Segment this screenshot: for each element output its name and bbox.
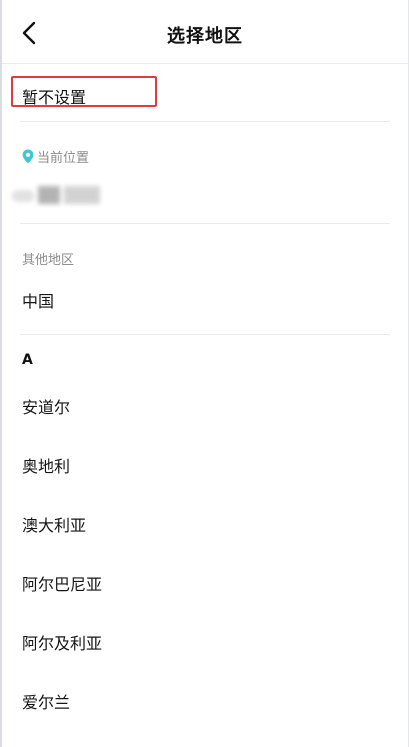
region-item[interactable]: 阿尔及利亚 <box>22 630 102 654</box>
region-item[interactable]: 爱尔兰 <box>22 689 70 713</box>
current-location-value-redacted[interactable] <box>12 184 102 208</box>
region-select-screen: 选择地区 暂不设置 当前位置 其他地区 中国 A 安道尔 奥地利 澳大利亚 阿尔… <box>0 0 409 747</box>
divider <box>20 334 390 335</box>
region-item[interactable]: 安道尔 <box>22 394 70 418</box>
divider <box>20 121 390 122</box>
location-pin-icon <box>22 149 34 164</box>
page-title: 选择地区 <box>167 26 243 47</box>
region-item[interactable]: 阿尔巴尼亚 <box>22 571 102 595</box>
current-location-header: 当前位置 <box>22 147 89 166</box>
region-item[interactable]: 澳大利亚 <box>22 512 86 536</box>
no-setting-option[interactable]: 暂不设置 <box>11 76 157 107</box>
current-location-label: 当前位置 <box>37 151 90 166</box>
region-item[interactable]: 奥地利 <box>22 453 70 477</box>
region-item-china[interactable]: 中国 <box>22 288 54 312</box>
divider <box>20 223 390 224</box>
index-letter-a: A <box>22 352 33 368</box>
no-setting-label: 暂不设置 <box>22 88 87 107</box>
other-regions-header: 其他地区 <box>22 253 75 268</box>
header-bar: 选择地区 <box>2 0 408 64</box>
